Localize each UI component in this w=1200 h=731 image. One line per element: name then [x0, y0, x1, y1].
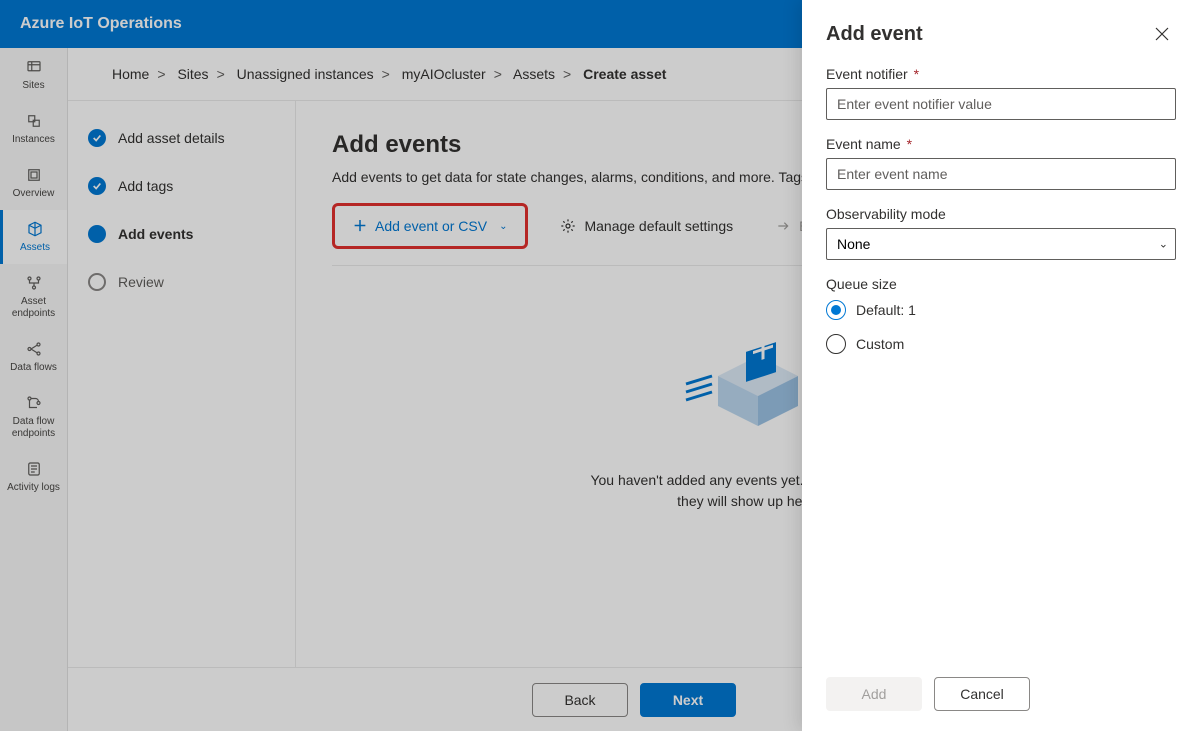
event-name-field: Event name * [826, 136, 1176, 190]
event-notifier-field: Event notifier * [826, 66, 1176, 120]
event-name-label: Event name * [826, 136, 1176, 152]
close-button[interactable] [1148, 20, 1176, 48]
observability-mode-field: Observability mode ⌄ [826, 206, 1176, 260]
radio-unchecked-icon [826, 334, 846, 354]
event-notifier-label: Event notifier * [826, 66, 1176, 82]
observability-mode-select[interactable] [826, 228, 1176, 260]
observability-mode-label: Observability mode [826, 206, 1176, 222]
flyout-title: Add event [826, 23, 923, 46]
queue-size-default-radio[interactable]: Default: 1 [826, 300, 1176, 320]
queue-size-label: Queue size [826, 276, 1176, 292]
queue-size-field: Queue size Default: 1 Custom [826, 276, 1176, 368]
flyout-cancel-button[interactable]: Cancel [934, 677, 1030, 711]
radio-checked-icon [826, 300, 846, 320]
event-notifier-input[interactable] [826, 88, 1176, 120]
event-name-input[interactable] [826, 158, 1176, 190]
add-event-panel: Add event Event notifier * Event name * … [802, 0, 1200, 731]
queue-size-custom-radio[interactable]: Custom [826, 334, 1176, 354]
flyout-add-button: Add [826, 677, 922, 711]
close-icon [1155, 27, 1169, 41]
